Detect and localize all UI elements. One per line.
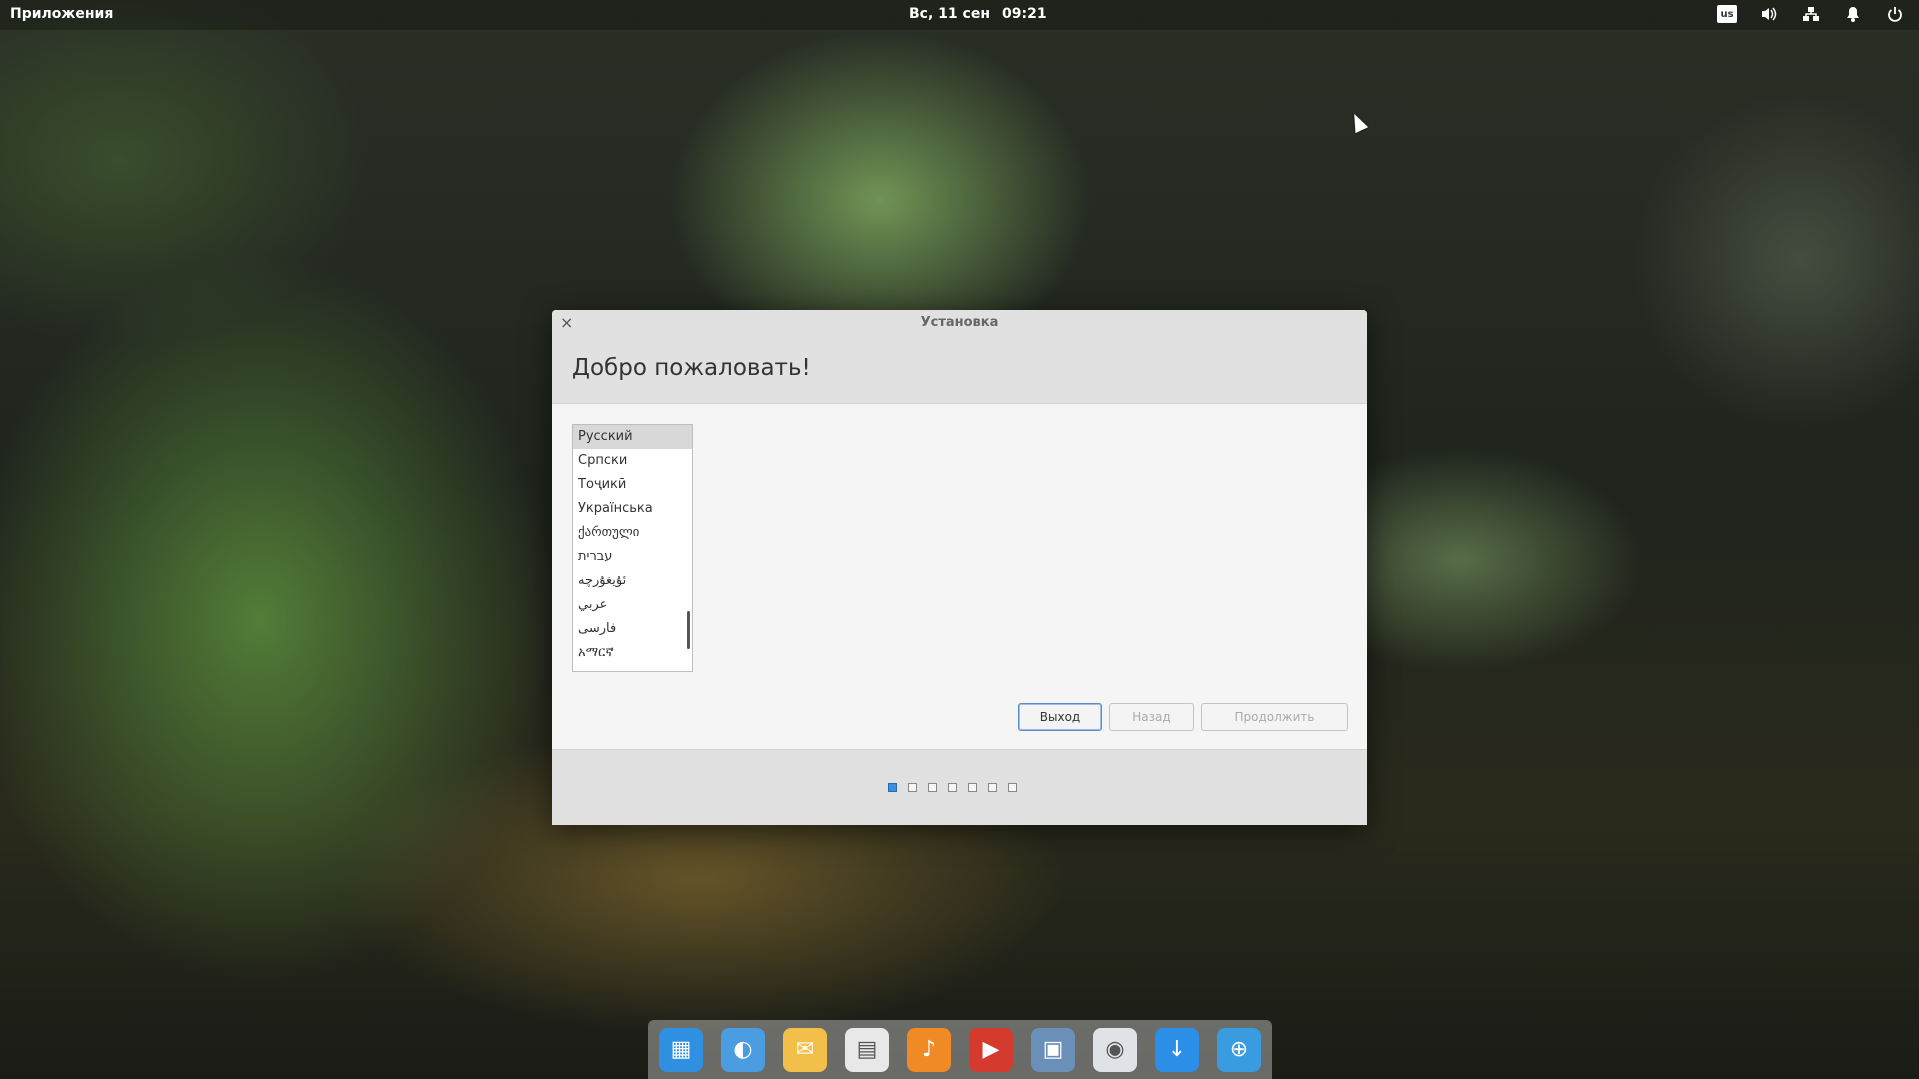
continue-button[interactable]: Продолжить (1201, 703, 1348, 731)
language-item[interactable]: Српски (573, 449, 692, 473)
back-button[interactable]: Назад (1109, 703, 1194, 731)
language-item[interactable]: ქართული (573, 521, 692, 545)
mouse-pointer-icon (1347, 110, 1369, 134)
language-item[interactable]: Тоҷикӣ (573, 473, 692, 497)
language-item[interactable]: عربي (573, 593, 692, 617)
window-header: × Установка Добро пожаловать! (552, 310, 1367, 404)
notifications-icon[interactable] (1843, 4, 1863, 24)
calendar-icon[interactable]: ▤ (845, 1027, 889, 1072)
web-browser-icon[interactable]: ◐ (721, 1027, 765, 1072)
videos-icon[interactable]: ▶ (969, 1027, 1013, 1072)
indicators: us (1717, 4, 1905, 24)
settings-icon[interactable]: ◉ (1093, 1027, 1137, 1072)
keyboard-indicator[interactable]: us (1717, 4, 1737, 24)
multitasking-view-icon[interactable]: ▦ (659, 1027, 703, 1072)
language-item[interactable]: አማርኛ (573, 641, 692, 665)
scrollbar[interactable] (687, 611, 690, 649)
progress-dot (908, 783, 917, 792)
language-item[interactable]: Українська (573, 497, 692, 521)
language-item[interactable]: ئۇيغۇرچە (573, 569, 692, 593)
applications-menu[interactable]: Приложения (10, 6, 113, 22)
language-item[interactable]: فارسی (573, 617, 692, 641)
dock: ▦ ◐ ✉ ▤ ♪ ▶ ▣ ◉ ↓ ⊕ (648, 1020, 1272, 1079)
installer-window: × Установка Добро пожаловать! Русский Ср… (552, 310, 1367, 825)
quit-button[interactable]: Выход (1018, 703, 1102, 731)
language-item[interactable]: עברית (573, 545, 692, 569)
language-list[interactable]: Русский Српски Тоҷикӣ Українська ქართული… (572, 424, 693, 672)
progress-dots (888, 783, 1017, 792)
power-icon[interactable] (1885, 4, 1905, 24)
keyboard-layout-label: us (1717, 5, 1737, 23)
date-label: Вс, 11 сен (909, 6, 990, 22)
window-title: Установка (920, 315, 999, 330)
progress-dot (988, 783, 997, 792)
language-item[interactable]: Русский (573, 425, 692, 449)
photos-icon[interactable]: ▣ (1031, 1027, 1075, 1072)
progress-dot (888, 783, 897, 792)
page-title: Добро пожаловать! (572, 355, 811, 381)
clock[interactable]: Вс, 11 сен 09:21 (909, 6, 1047, 22)
installer-icon[interactable]: ⊕ (1217, 1027, 1261, 1072)
progress-dot (968, 783, 977, 792)
progress-dot (928, 783, 937, 792)
progress-dot (1008, 783, 1017, 792)
progress-dot (948, 783, 957, 792)
window-footer (552, 749, 1367, 825)
mail-icon[interactable]: ✉ (783, 1027, 827, 1072)
music-icon[interactable]: ♪ (907, 1027, 951, 1072)
top-panel: Приложения Вс, 11 сен 09:21 us (0, 0, 1919, 30)
volume-icon[interactable] (1759, 4, 1779, 24)
time-label: 09:21 (1002, 6, 1047, 22)
network-icon[interactable] (1801, 4, 1821, 24)
appcenter-icon[interactable]: ↓ (1155, 1027, 1199, 1072)
